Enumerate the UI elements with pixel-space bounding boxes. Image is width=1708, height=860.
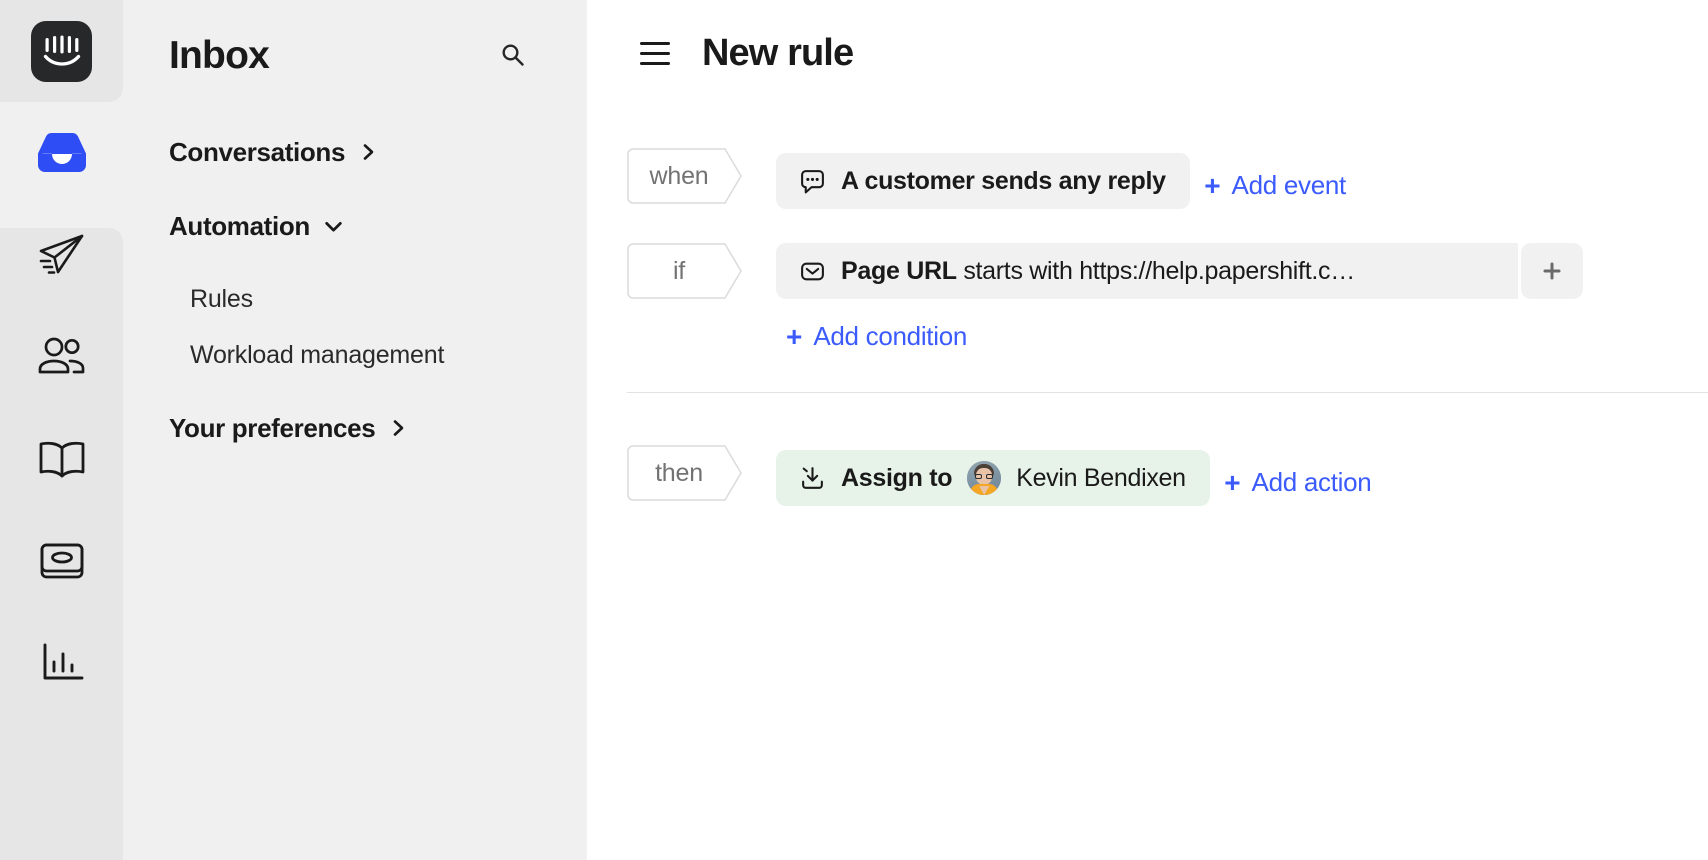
- plus-icon: +: [786, 320, 803, 352]
- add-action-label: Add action: [1251, 467, 1372, 497]
- book-icon: [39, 441, 84, 478]
- assignee-name: Kevin Bendixen: [1016, 463, 1186, 492]
- rail-item-contacts[interactable]: [0, 306, 123, 408]
- primary-icon-rail: [0, 0, 123, 860]
- add-condition-button[interactable]: + Add condition: [786, 317, 967, 356]
- inbox-sidebar: Inbox Conversations Automation Rules Wor…: [123, 0, 586, 860]
- intercom-logo-icon: [43, 35, 80, 66]
- condition-chip-rest: starts with https://help.papershift.c…: [956, 256, 1355, 285]
- sidebar-item-your-preferences[interactable]: Your preferences: [123, 399, 586, 457]
- people-icon: [38, 337, 84, 374]
- rail-item-inbox[interactable]: [0, 102, 123, 204]
- then-content: Assign to Kevin Bendixen + Add action: [776, 445, 1372, 506]
- when-content: A customer sends any reply + Add event: [776, 148, 1346, 209]
- tag-when: when: [627, 148, 745, 204]
- add-event-button[interactable]: + Add event: [1204, 166, 1346, 205]
- main-header: New rule: [586, 0, 1708, 86]
- tag-if: if: [627, 243, 745, 299]
- rule-section-when: when A customer sends any reply + Add ev…: [586, 148, 1708, 209]
- condition-chip-text: Page URL starts with https://help.papers…: [841, 257, 1355, 286]
- plus-icon: [1543, 262, 1561, 280]
- hamburger-icon[interactable]: [640, 36, 674, 70]
- intercom-logo-button[interactable]: [0, 0, 123, 102]
- avatar-glasses: [975, 474, 994, 479]
- sidebar-item-label: Automation: [169, 210, 310, 241]
- search-button[interactable]: [496, 38, 530, 72]
- section-divider: [627, 392, 1708, 393]
- event-chip-text: A customer sends any reply: [841, 167, 1166, 196]
- rail-item-messenger[interactable]: [0, 510, 123, 612]
- sidebar-item-label: Conversations: [169, 136, 346, 167]
- rule-section-then: then Assign to Kevin Bendixen + Add acti…: [586, 445, 1708, 506]
- search-icon: [502, 44, 524, 66]
- hamburger-bar: [640, 51, 670, 55]
- add-event-label: Add event: [1231, 170, 1347, 200]
- messenger-card-icon: [40, 543, 83, 579]
- event-chip[interactable]: A customer sends any reply: [776, 153, 1190, 209]
- add-action-button[interactable]: + Add action: [1224, 463, 1372, 502]
- add-nested-condition-button[interactable]: [1521, 243, 1583, 299]
- envelope-glyph: [801, 262, 824, 280]
- rail-item-articles[interactable]: [0, 408, 123, 510]
- assign-inbox-arrow-glyph: [802, 466, 823, 489]
- action-chip[interactable]: Assign to Kevin Bendixen: [776, 450, 1210, 506]
- plus-icon: +: [1204, 169, 1221, 201]
- inbox-icon: [37, 133, 86, 172]
- condition-chip[interactable]: Page URL starts with https://help.papers…: [776, 243, 1518, 299]
- if-content: Page URL starts with https://help.papers…: [776, 243, 1583, 356]
- condition-chip-bold: Page URL: [841, 256, 957, 285]
- plus-icon: +: [1224, 466, 1241, 498]
- hamburger-bar: [640, 41, 670, 45]
- sidebar-item-automation[interactable]: Automation: [123, 197, 586, 255]
- speech-bubble-icon: [799, 168, 826, 195]
- rail-item-reports[interactable]: [0, 612, 123, 714]
- sidebar-header: Inbox: [123, 0, 586, 88]
- rail-item-outbound[interactable]: [0, 204, 123, 306]
- rule-section-if: if Page URL starts with https://help.pap…: [586, 243, 1708, 356]
- sidebar-item-conversations[interactable]: Conversations: [123, 123, 586, 181]
- chevron-right-icon: [363, 144, 374, 160]
- sidebar-item-label: Your preferences: [169, 412, 376, 443]
- tag-label: when: [649, 161, 709, 190]
- tag-then: then: [627, 445, 745, 501]
- envelope-icon: [799, 258, 826, 285]
- bar-chart-icon: [43, 643, 83, 680]
- speech-bubble-glyph: [801, 169, 824, 193]
- app-root: Inbox Conversations Automation Rules Wor…: [0, 0, 1708, 860]
- tag-label: if: [672, 256, 686, 285]
- sidebar-item-label: Workload management: [190, 340, 445, 369]
- condition-chip-group: Page URL starts with https://help.papers…: [776, 243, 1583, 299]
- tag-label: then: [655, 458, 703, 487]
- action-chip-text: Assign to: [841, 464, 952, 493]
- chevron-down-icon: [325, 221, 342, 232]
- sidebar-item-label: Rules: [190, 284, 253, 313]
- hamburger-bar: [640, 61, 670, 65]
- chevron-right-icon: [394, 420, 404, 436]
- add-condition-label: Add condition: [813, 321, 968, 351]
- page-title: New rule: [702, 32, 854, 74]
- kevin-bendixen-avatar: [967, 461, 1002, 495]
- paper-plane-icon: [39, 234, 83, 274]
- sidebar-item-rules[interactable]: Rules: [123, 271, 586, 327]
- action-chip-bold: Assign to: [841, 463, 953, 492]
- intercom-logo: [31, 20, 92, 82]
- sidebar-nav: Conversations Automation Rules Workload …: [123, 123, 586, 457]
- rule-body: when A customer sends any reply + Add ev…: [586, 148, 1708, 506]
- rule-editor: New rule when A customer sends any reply…: [586, 0, 1708, 860]
- event-chip-bold: A customer sends any reply: [841, 166, 1166, 195]
- sidebar-item-workload-management[interactable]: Workload management: [123, 327, 586, 383]
- sidebar-title: Inbox: [169, 33, 270, 77]
- assign-inbox-arrow-icon: [799, 465, 826, 492]
